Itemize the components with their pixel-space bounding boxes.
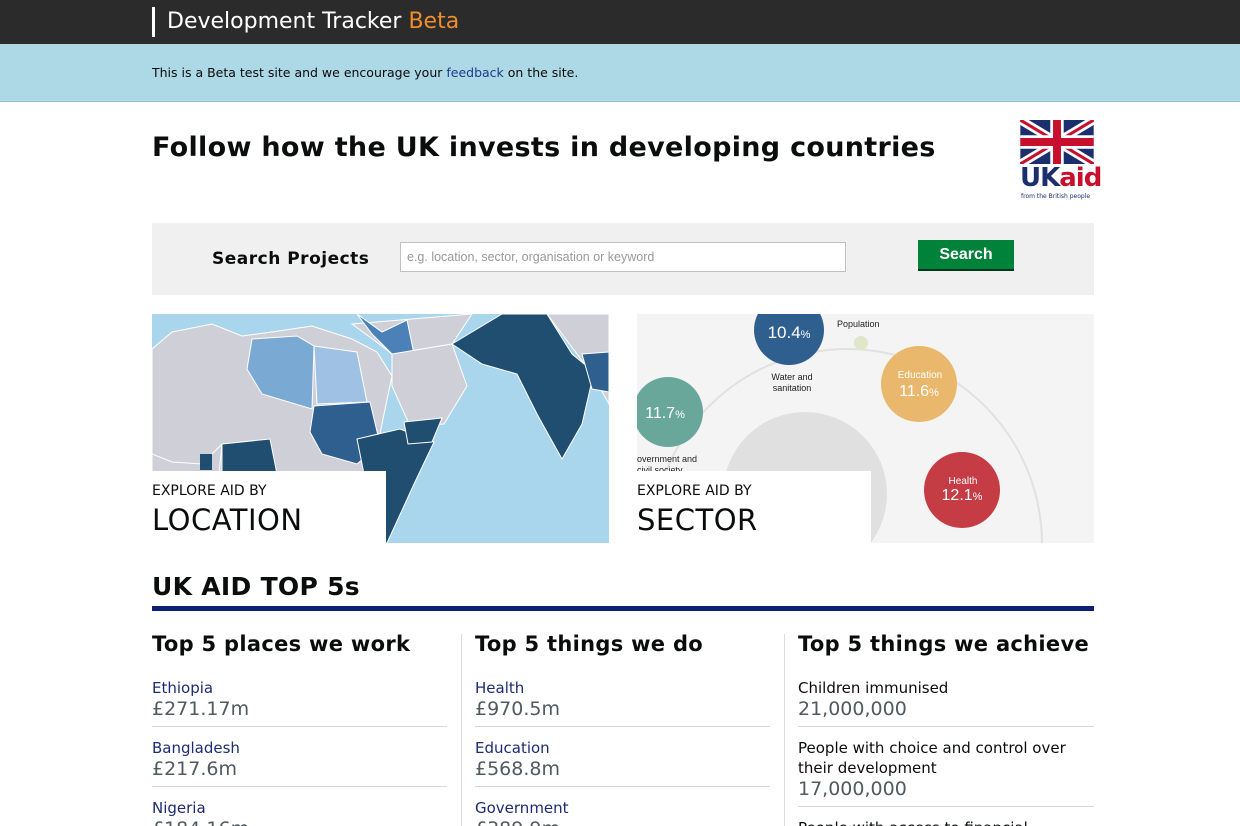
site-title-text: Development Tracker xyxy=(167,9,402,34)
list-item: People with access to financial services xyxy=(798,818,1094,826)
explore-sector-card[interactable]: 10.4% Water and sanitation Population 11… xyxy=(637,314,1094,543)
list-item: Bangladesh £217.6m xyxy=(152,738,447,787)
place-link[interactable]: Ethiopia xyxy=(152,678,447,698)
bubble-health-name: Health xyxy=(949,476,978,487)
top5-section-title: UK AID TOP 5s xyxy=(152,572,360,601)
sector-card-label: EXPLORE AID BY SECTOR xyxy=(637,471,871,543)
bubble-population xyxy=(854,336,868,350)
sector-value: £970.5m xyxy=(475,698,560,720)
union-flag-icon xyxy=(1020,120,1094,164)
column-divider xyxy=(461,634,462,826)
achievement-label: People with access to financial services xyxy=(798,818,1094,826)
list-item: Health £970.5m xyxy=(475,678,770,727)
location-card-label: EXPLORE AID BY LOCATION xyxy=(152,471,386,543)
bubble-education-unit: % xyxy=(929,387,939,399)
ukaid-logo: UKaid from the British people xyxy=(1020,120,1102,202)
sector-value: £389.9m xyxy=(475,818,770,826)
search-button[interactable]: Search xyxy=(918,240,1014,271)
sector-link[interactable]: Health xyxy=(475,678,770,698)
list-item: Nigeria£184.16m xyxy=(152,798,447,826)
bubble-water-unit: % xyxy=(801,329,811,341)
beta-badge: Beta xyxy=(408,9,460,34)
bubble-water-value: 10.4 xyxy=(768,323,801,342)
list-item: Children immunised 21,000,000 xyxy=(798,678,1094,727)
place-link[interactable]: Nigeria xyxy=(152,798,447,818)
place-value: £271.17m xyxy=(152,698,250,720)
bubble-health-unit: % xyxy=(973,491,983,503)
list-item: People with choice and control over thei… xyxy=(798,738,1094,807)
beta-banner: This is a Beta test site and we encourag… xyxy=(0,44,1240,102)
search-input[interactable] xyxy=(400,242,846,272)
top-bar: Development Tracker Beta xyxy=(0,0,1240,44)
top5-things-we-do: Top 5 things we do Health £970.5m Educati… xyxy=(475,632,770,826)
sector-link[interactable]: Government xyxy=(475,798,770,818)
sector-link[interactable]: Education xyxy=(475,738,770,758)
logo-tagline: from the British people xyxy=(1021,193,1091,200)
sector-card-title: SECTOR xyxy=(637,503,758,537)
list-item: Education £568.8m xyxy=(475,738,770,787)
place-link[interactable]: Bangladesh xyxy=(152,738,447,758)
logo-aid: aid xyxy=(1059,163,1102,193)
bubble-education-name: Education xyxy=(898,370,942,381)
search-label: Search Projects xyxy=(212,249,370,269)
place-value: £217.6m xyxy=(152,758,237,780)
banner-text-before: This is a Beta test site and we encourag… xyxy=(152,65,447,80)
sector-card-kicker: EXPLORE AID BY xyxy=(637,483,752,499)
location-card-title: LOCATION xyxy=(152,503,303,537)
achievement-value: 17,000,000 xyxy=(798,778,907,800)
bubble-government-value: 11.7 xyxy=(645,405,675,422)
search-panel: Search Projects Search xyxy=(152,223,1094,295)
top5-places: Top 5 places we work Ethiopia £271.17m Ba… xyxy=(152,632,447,826)
location-card-kicker: EXPLORE AID BY xyxy=(152,483,267,499)
achievement-value: 21,000,000 xyxy=(798,698,907,720)
beta-banner-text: This is a Beta test site and we encourag… xyxy=(152,65,578,80)
banner-text-after: on the site. xyxy=(503,65,579,80)
top5-divider xyxy=(152,606,1094,611)
achievement-label: Children immunised xyxy=(798,679,949,697)
site-title[interactable]: Development Tracker Beta xyxy=(152,7,459,37)
logo-uk: UK xyxy=(1020,163,1060,193)
feedback-link[interactable]: feedback xyxy=(446,65,503,80)
achievement-label: People with choice and control over thei… xyxy=(798,739,1066,777)
list-item: Government£389.9m xyxy=(475,798,770,826)
sector-value: £568.8m xyxy=(475,758,560,780)
top5-places-heading: Top 5 places we work xyxy=(152,632,411,656)
list-item: Ethiopia £271.17m xyxy=(152,678,447,727)
bubble-education-value: 11.6 xyxy=(899,383,929,400)
explore-location-card[interactable]: EXPLORE AID BY LOCATION xyxy=(152,314,609,543)
page-title: Follow how the UK invests in developing … xyxy=(152,132,936,163)
bubble-government-caption-1: overnment and xyxy=(637,454,697,464)
top5-achievements: Top 5 things we achieve Children immunis… xyxy=(798,632,1094,826)
place-value: £184.16m xyxy=(152,818,447,826)
bubble-health-value: 12.1 xyxy=(942,487,973,504)
bubble-government-unit: % xyxy=(675,409,685,421)
bubble-water-caption-1: Water and xyxy=(771,372,812,382)
top5-things-heading: Top 5 things we do xyxy=(475,632,704,656)
bubble-population-caption: Population xyxy=(837,319,880,329)
column-divider xyxy=(784,634,785,826)
bubble-water-caption-2: sanitation xyxy=(773,383,812,393)
ukaid-wordmark: UKaid xyxy=(1020,163,1102,193)
top5-achieve-heading: Top 5 things we achieve xyxy=(798,632,1090,656)
